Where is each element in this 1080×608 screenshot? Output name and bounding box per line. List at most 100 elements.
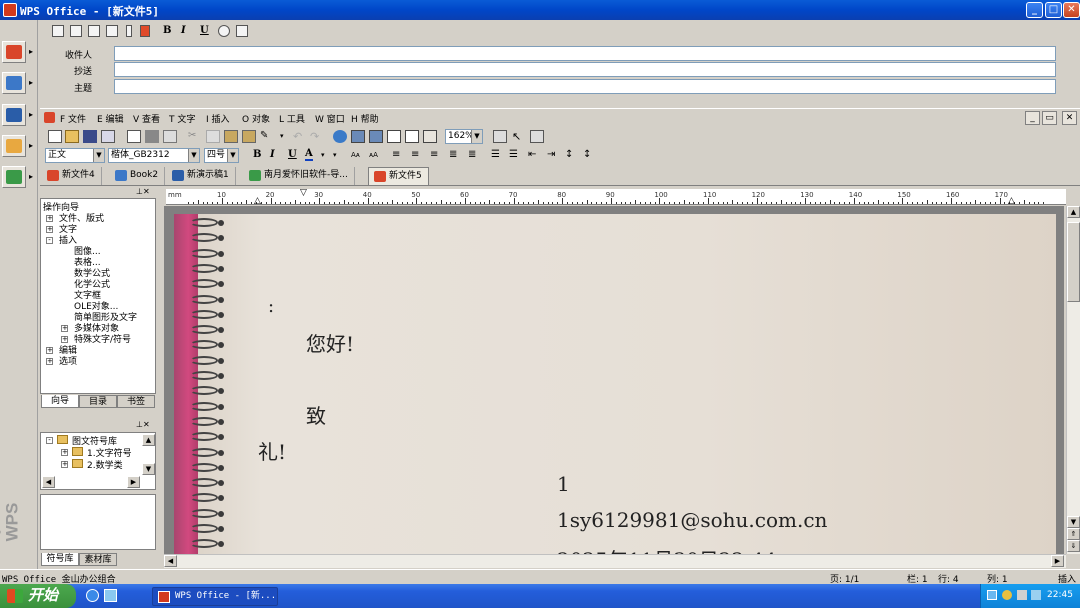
shrink-font-icon[interactable]: ᴀA [369, 151, 383, 164]
distribute-icon[interactable]: ≣ [468, 149, 482, 162]
scroll-up-button[interactable]: ▲ [1067, 206, 1080, 218]
hyperlink-icon[interactable] [333, 130, 347, 143]
slide-app-button[interactable] [2, 104, 26, 126]
align-center-icon[interactable]: ≡ [411, 149, 425, 162]
horizontal-scrollbar[interactable]: ◀ ▶ [164, 554, 1066, 568]
italic-button[interactable]: I [181, 25, 186, 36]
priority-icon[interactable] [140, 25, 150, 37]
underline-button[interactable]: U [200, 25, 209, 36]
expand-arrow-icon[interactable]: ▸ [29, 141, 33, 150]
tree-toggle[interactable]: + [46, 358, 53, 365]
tree-item[interactable]: 选项 [59, 354, 77, 367]
paste-special-icon[interactable] [242, 130, 256, 143]
tab-new-file-4[interactable]: 新文件4 [42, 167, 102, 185]
menu-object[interactable]: O 对象 [242, 112, 270, 125]
expand-arrow-icon[interactable]: ▸ [29, 78, 33, 87]
tree-toggle[interactable]: + [46, 215, 53, 222]
to-field[interactable] [114, 46, 1056, 61]
start-button[interactable]: 开始 [0, 584, 76, 608]
expand-arrow-icon[interactable]: ▸ [29, 47, 33, 56]
zoom-select[interactable]: 162% ▼ [445, 129, 483, 144]
panel-pin-icon[interactable]: ⊥✕ [136, 420, 150, 429]
cc-field[interactable] [114, 62, 1056, 77]
paste-icon[interactable] [224, 130, 238, 143]
maximize-button[interactable]: □ [1045, 2, 1062, 18]
align-left-icon[interactable]: ≡ [392, 149, 406, 162]
tray-app-icon[interactable] [1031, 590, 1041, 600]
justify-icon[interactable]: ≣ [449, 149, 463, 162]
dropdown-arrow-icon[interactable]: ▾ [333, 151, 347, 164]
vertical-scrollbar[interactable]: ▲ ▼ ⇑ ⇓ [1066, 206, 1080, 554]
numbered-list-icon[interactable]: ☰ [509, 149, 523, 162]
increase-indent-icon[interactable]: ⇥ [547, 149, 561, 162]
network-icon[interactable] [987, 590, 997, 600]
ime-icon[interactable] [1002, 590, 1012, 600]
size-select[interactable]: 四号 ▼ [204, 148, 239, 163]
tree-item[interactable]: 2.数学类 [87, 458, 123, 471]
new-file-icon[interactable] [48, 130, 62, 143]
tab-toc[interactable]: 目录 [79, 395, 117, 408]
scroll-up-button[interactable]: ▲ [142, 434, 155, 446]
line-spacing-icon[interactable]: ↕ [565, 149, 579, 162]
tab-book2[interactable]: Book2 [110, 167, 166, 185]
doc-line[interactable]: 您好! [306, 328, 354, 357]
doc-line[interactable]: 礼! [258, 436, 286, 465]
tab-symbols[interactable]: 符号库 [41, 553, 79, 566]
options-icon[interactable] [236, 25, 248, 37]
tree-toggle[interactable]: + [61, 461, 68, 468]
redo-icon[interactable]: ↷ [310, 130, 324, 143]
print-preview-icon[interactable] [127, 130, 141, 143]
tab-new-file-5[interactable]: 新文件5 [368, 167, 429, 185]
bold-button[interactable]: B [253, 149, 261, 160]
object-tool-icon[interactable] [530, 130, 544, 143]
document-page[interactable]: : 您好! 致 礼! 1 1sy6129981@sohu.com.cn 2025… [174, 214, 1056, 554]
tab-web-page[interactable]: 南月爱怀旧软件-导... [244, 167, 355, 185]
full-screen-icon[interactable] [493, 130, 507, 143]
browser-icon[interactable] [86, 589, 99, 602]
insert-table-icon[interactable] [387, 130, 401, 143]
tab-wizard[interactable]: 向导 [41, 395, 79, 408]
dropdown-arrow-icon[interactable]: ▾ [280, 132, 294, 145]
left-indent-marker[interactable]: △ [254, 196, 261, 206]
panel-pin-icon[interactable]: ⊥✕ [136, 187, 150, 196]
tree-toggle[interactable]: + [61, 325, 68, 332]
address-book-icon[interactable] [106, 25, 118, 37]
undo-icon[interactable]: ↶ [293, 130, 307, 143]
scroll-down-button[interactable]: ▼ [1067, 516, 1080, 528]
style-select[interactable]: 正文 ▼ [45, 148, 105, 163]
save-icon[interactable] [83, 130, 97, 143]
print-icon[interactable] [145, 130, 159, 143]
first-line-indent-marker[interactable]: ▽ [300, 188, 307, 198]
format-painter-icon[interactable]: ✎ [260, 130, 274, 143]
font-select[interactable]: 楷体_GB2312 ▼ [108, 148, 200, 163]
volume-icon[interactable] [1017, 590, 1027, 600]
subject-field[interactable] [114, 79, 1056, 94]
document-canvas[interactable]: : 您好! 致 礼! 1 1sy6129981@sohu.com.cn 2025… [164, 206, 1064, 554]
doc-line[interactable]: 致 [306, 400, 326, 429]
doc-line[interactable]: 1sy6129981@sohu.com.cn [557, 508, 827, 532]
scroll-thumb[interactable] [1067, 222, 1080, 302]
menu-help[interactable]: H 帮助 [351, 112, 379, 125]
menu-view[interactable]: V 查看 [133, 112, 160, 125]
save-as-icon[interactable] [101, 130, 115, 143]
bold-button[interactable]: B [163, 25, 171, 36]
minimize-button[interactable]: _ [1026, 2, 1043, 18]
tree-toggle[interactable]: + [61, 449, 68, 456]
right-indent-marker[interactable]: △ [1008, 196, 1015, 206]
menu-edit[interactable]: E 编辑 [97, 112, 124, 125]
expand-arrow-icon[interactable]: ▸ [29, 172, 33, 181]
doc-line[interactable]: : [268, 296, 274, 317]
tree-item[interactable]: 特殊文字/符号 [74, 332, 131, 345]
tab-bookmarks[interactable]: 书签 [117, 395, 155, 408]
doc-line[interactable]: 1 [557, 472, 570, 496]
select-pointer-icon[interactable]: ↖ [512, 130, 526, 143]
spellcheck-icon[interactable] [163, 130, 177, 143]
grow-font-icon[interactable]: Aᴀ [351, 151, 365, 164]
doc-restore-button[interactable]: ▭ [1042, 111, 1057, 125]
paragraph-spacing-icon[interactable]: ↕ [583, 149, 597, 162]
send-icon[interactable] [52, 25, 64, 37]
cut-icon[interactable]: ✂ [188, 130, 202, 143]
menu-window[interactable]: W 窗口 [315, 112, 345, 125]
menu-insert[interactable]: I 插入 [206, 112, 230, 125]
underline-button[interactable]: U [288, 149, 297, 160]
